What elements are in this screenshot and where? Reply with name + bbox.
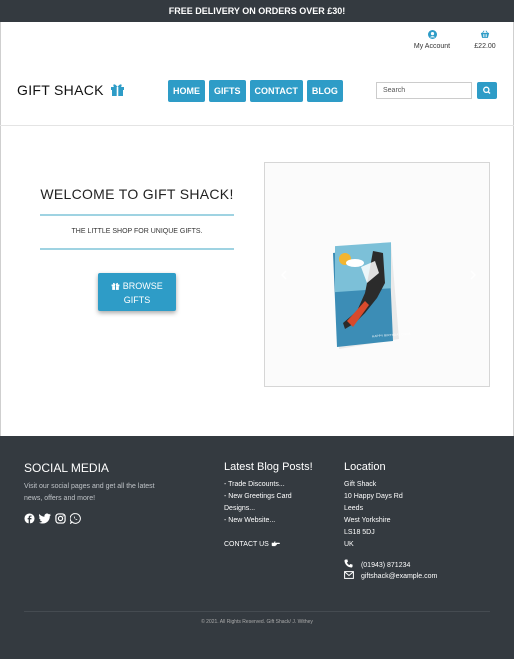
hero-rule-top bbox=[40, 214, 234, 216]
greeting-card-image bbox=[333, 242, 399, 349]
social-text-line2: news, offers and more! bbox=[24, 495, 96, 502]
blog-post-link[interactable]: Designs... bbox=[224, 503, 255, 515]
address-line: West Yorkshire bbox=[344, 517, 391, 524]
brand-name: GIFT SHACK bbox=[17, 82, 104, 98]
nav-home-button[interactable]: HOME bbox=[168, 80, 205, 102]
address-line: 10 Happy Days Rd bbox=[344, 493, 403, 500]
blog-post-link[interactable]: - New Website... bbox=[224, 515, 275, 527]
email-address: giftshack@example.com bbox=[360, 573, 438, 580]
cart-total: £22.00 bbox=[474, 43, 496, 50]
main-nav: HOME GIFTS CONTACT BLOG bbox=[168, 80, 343, 102]
user-circle-icon bbox=[427, 30, 437, 39]
search-input[interactable]: Search bbox=[376, 82, 472, 99]
browse-label-line1: BROWSE bbox=[122, 281, 163, 291]
nav-blog-button[interactable]: BLOG bbox=[306, 80, 343, 102]
delivery-banner: FREE DELIVERY ON ORDERS OVER £30! bbox=[0, 0, 514, 22]
cart-link[interactable]: £22.00 bbox=[470, 30, 500, 50]
envelope-icon bbox=[344, 571, 354, 579]
hand-point-right-icon bbox=[271, 541, 280, 547]
social-text-line1: Visit our social pages and get all the l… bbox=[24, 483, 155, 490]
product-carousel[interactable]: HAPPY BIRTHDAY DUDE bbox=[264, 162, 490, 387]
browse-gifts-button[interactable]: BROWSE GIFTS bbox=[98, 273, 176, 311]
gift-icon bbox=[111, 282, 120, 290]
phone-number: (01943) 871234 bbox=[360, 562, 411, 569]
contact-us-link[interactable]: CONTACT US bbox=[224, 539, 280, 551]
brand-logo[interactable]: GIFT SHACK bbox=[17, 82, 125, 98]
address-line: Leeds bbox=[344, 505, 364, 512]
address-line: UK bbox=[344, 541, 354, 548]
copyright: © 2021. All Rights Reserved. Gift Shack/… bbox=[201, 619, 313, 625]
gift-icon bbox=[110, 84, 124, 96]
my-account-link[interactable]: My Account bbox=[410, 30, 454, 50]
my-account-label: My Account bbox=[413, 43, 451, 50]
facebook-icon[interactable] bbox=[24, 513, 35, 524]
search-placeholder: Search bbox=[383, 87, 406, 94]
delivery-banner-text: FREE DELIVERY ON ORDERS OVER £30! bbox=[168, 6, 346, 16]
header-divider bbox=[0, 125, 514, 126]
address-line: Gift Shack bbox=[344, 481, 377, 488]
hero-tagline: THE LITTLE SHOP FOR UNIQUE GIFTS. bbox=[71, 228, 203, 235]
nav-contact-button[interactable]: CONTACT bbox=[249, 80, 303, 102]
nav-gifts-button[interactable]: GIFTS bbox=[209, 80, 246, 102]
browse-label-line2: GIFTS bbox=[123, 295, 151, 305]
hero-title: WELCOME TO GIFT SHACK! bbox=[40, 186, 234, 202]
location-heading: Location bbox=[344, 461, 386, 473]
search-icon bbox=[483, 86, 491, 94]
hero-rule-bottom bbox=[40, 248, 234, 250]
whatsapp-icon[interactable] bbox=[70, 513, 81, 524]
carousel-prev-icon[interactable] bbox=[281, 270, 287, 280]
carousel-next-icon[interactable] bbox=[470, 270, 476, 280]
contact-us-label: CONTACT US bbox=[224, 541, 269, 548]
phone-icon bbox=[344, 559, 353, 568]
basket-icon bbox=[480, 30, 490, 38]
twitter-icon[interactable] bbox=[39, 513, 51, 524]
instagram-icon[interactable] bbox=[55, 513, 66, 524]
footer-divider bbox=[24, 611, 490, 612]
address-line: LS18 5DJ bbox=[344, 529, 375, 536]
social-icons bbox=[24, 513, 81, 524]
blog-post-link[interactable]: - New Greetings Card bbox=[224, 491, 292, 503]
social-heading: SOCIAL MEDIA bbox=[24, 461, 109, 475]
blog-post-link[interactable]: - Trade Discounts... bbox=[224, 479, 285, 491]
email-link[interactable]: giftshack@example.com bbox=[344, 571, 437, 583]
search-button[interactable] bbox=[477, 82, 497, 99]
blog-heading: Latest Blog Posts! bbox=[224, 461, 313, 473]
